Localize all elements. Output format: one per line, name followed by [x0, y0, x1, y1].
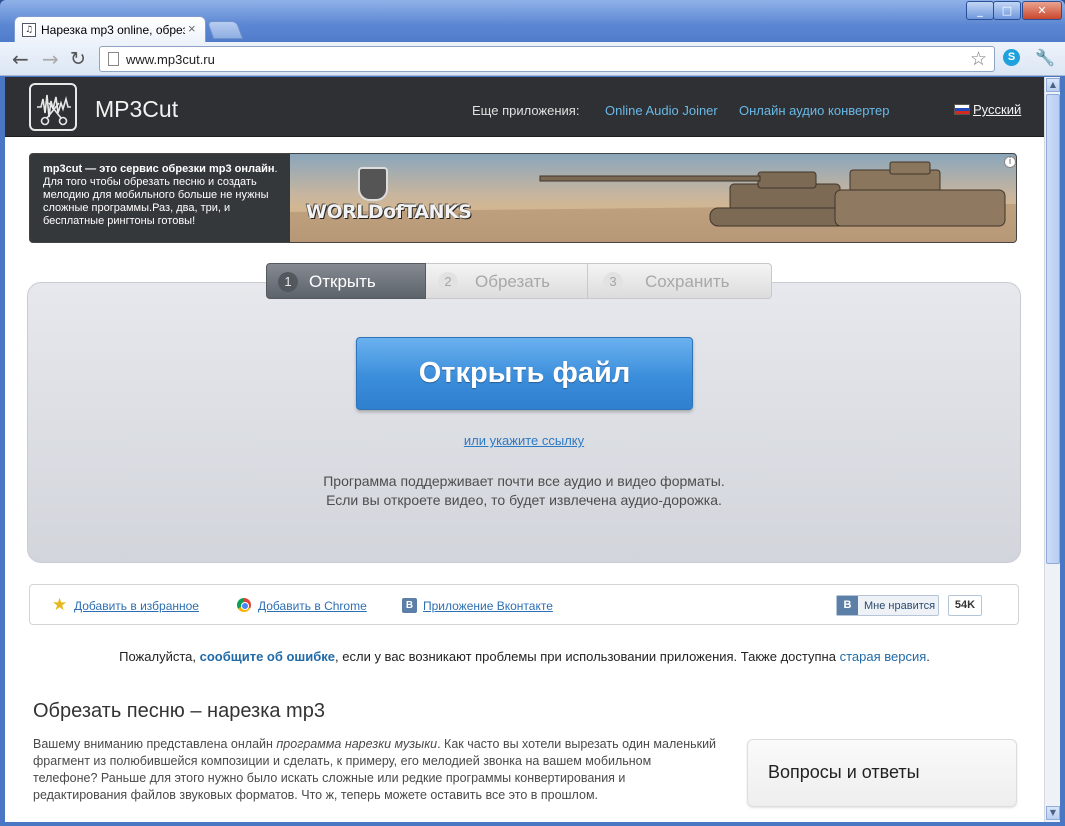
language-selector[interactable]: Русский — [973, 102, 1021, 117]
audio-joiner-link[interactable]: Online Audio Joiner — [605, 103, 718, 118]
vk-app-link[interactable]: Приложение Вконтакте — [423, 599, 553, 613]
bookmark-star-icon[interactable]: ☆ — [970, 48, 987, 70]
para-italic: программа нарезки музыки — [276, 737, 438, 751]
browser-tab[interactable]: ♫ Нарезка mp3 online, обреза × — [14, 16, 206, 42]
page-icon — [108, 52, 119, 66]
step-number: 3 — [603, 272, 623, 292]
step-open: 1 Открыть — [266, 263, 426, 299]
para-start: Вашему вниманию представлена онлайн — [33, 737, 277, 751]
tab-close-icon[interactable]: × — [188, 21, 196, 36]
ad-info-icon[interactable]: i — [1004, 156, 1016, 168]
step-save: 3 Сохранить — [580, 263, 772, 299]
vk-like-icon: B — [837, 596, 858, 615]
audio-converter-link[interactable]: Онлайн аудио конвертер — [739, 103, 889, 118]
skype-extension-icon[interactable]: S — [1003, 49, 1020, 66]
browser-window: ♫ Нарезка mp3 online, обреза × _ □ ✕ ← →… — [0, 0, 1065, 826]
mp3cut-logo-icon[interactable] — [29, 83, 77, 131]
content-heading: Обрезать песню – нарезка mp3 — [33, 700, 325, 722]
step-number: 1 — [278, 272, 298, 292]
formats-line-1: Программа поддерживает почти все аудио и… — [323, 473, 725, 489]
address-url[interactable]: www.mp3cut.ru — [126, 52, 215, 67]
address-bar[interactable]: www.mp3cut.ru ☆ — [99, 46, 995, 72]
notice-text-2: , если у вас возникают проблемы при испо… — [335, 649, 840, 664]
add-to-favorites-link[interactable]: Добавить в избранное — [74, 599, 199, 613]
step-cut: 2 Обрезать — [418, 263, 588, 299]
scroll-down-arrow-icon[interactable]: ▼ — [1046, 806, 1060, 820]
old-version-link[interactable]: старая версия — [840, 649, 927, 664]
add-to-chrome-link[interactable]: Добавить в Chrome — [258, 599, 367, 613]
world-of-tanks-emblem-icon — [358, 167, 388, 201]
specify-url-text[interactable]: или укажите ссылку — [464, 433, 584, 448]
ad-image[interactable]: WORLDofTANKS i — [290, 154, 1016, 242]
scroll-thumb[interactable] — [1046, 94, 1060, 564]
chrome-icon — [237, 598, 251, 612]
specify-url-link: или укажите ссылку — [28, 433, 1020, 448]
step-label: Открыть — [309, 272, 376, 291]
step-label: Сохранить — [645, 272, 730, 291]
forward-arrow-icon[interactable]: → — [42, 48, 59, 70]
scroll-up-arrow-icon[interactable]: ▲ — [1046, 78, 1060, 92]
more-apps-label: Еще приложения: — [472, 103, 580, 118]
maximize-button[interactable]: □ — [993, 1, 1021, 20]
site-header: MP3Cut Еще приложения: Online Audio Join… — [5, 77, 1044, 137]
vk-like-button[interactable]: B Мне нравится — [836, 595, 939, 616]
formats-line-2: Если вы откроете видео, то будет извлече… — [326, 492, 722, 508]
russian-flag-icon — [954, 104, 970, 115]
title-bar: ♫ Нарезка mp3 online, обреза × _ □ ✕ — [0, 0, 1065, 42]
step-indicator: 3 Сохранить 2 Обрезать 1 Открыть — [266, 263, 772, 299]
close-window-button[interactable]: ✕ — [1022, 1, 1062, 20]
step-label: Обрезать — [475, 272, 551, 291]
content-paragraph: Вашему вниманию представлена онлайн прог… — [33, 736, 717, 804]
notice-text-1: Пожалуйста, — [119, 649, 200, 664]
vk-icon: B — [402, 598, 417, 613]
minimize-button[interactable]: _ — [966, 1, 994, 20]
world-of-tanks-logo: WORLDofTANKS — [306, 201, 472, 223]
promo-banner: mp3cut — это сервис обрезки mp3 онлайн. … — [29, 153, 1017, 243]
vertical-scrollbar[interactable]: ▲ ▼ — [1044, 77, 1060, 822]
site-title[interactable]: MP3Cut — [95, 96, 178, 123]
reload-icon[interactable]: ↻ — [70, 48, 86, 70]
step-number: 2 — [438, 272, 458, 292]
report-error-link[interactable]: сообщите об ошибке — [200, 649, 335, 664]
tab-title: Нарезка mp3 online, обреза — [41, 23, 185, 37]
mp3cut-favicon-icon: ♫ — [22, 23, 36, 37]
action-bar: ★ Добавить в избранное Добавить в Chrome… — [29, 584, 1019, 625]
new-tab-button[interactable] — [206, 21, 244, 39]
browser-toolbar: ← → ↻ www.mp3cut.ru ☆ — [0, 42, 1065, 76]
back-arrow-icon[interactable]: ← — [12, 48, 29, 70]
supported-formats-text: Программа поддерживает почти все аудио и… — [28, 472, 1020, 510]
vk-like-count: 54K — [948, 595, 982, 616]
upload-panel: Открыть файл или укажите ссылку Программ… — [27, 282, 1021, 563]
faq-title: Вопросы и ответы — [768, 762, 920, 782]
favorite-star-icon: ★ — [52, 595, 68, 615]
banner-lead-bold: mp3cut — это сервис обрезки mp3 онлайн — [43, 163, 275, 175]
notice-text-3: . — [926, 649, 930, 664]
banner-description: mp3cut — это сервис обрезки mp3 онлайн. … — [43, 163, 279, 228]
open-file-button[interactable]: Открыть файл — [356, 337, 693, 410]
faq-box[interactable]: Вопросы и ответы — [747, 739, 1017, 807]
error-report-notice: Пожалуйста, сообщите об ошибке, если у в… — [5, 649, 1044, 664]
page-viewport: MP3Cut Еще приложения: Online Audio Join… — [5, 77, 1044, 822]
vk-like-label: Мне нравится — [864, 600, 936, 612]
wrench-menu-icon[interactable]: 🔧 — [1035, 48, 1055, 67]
